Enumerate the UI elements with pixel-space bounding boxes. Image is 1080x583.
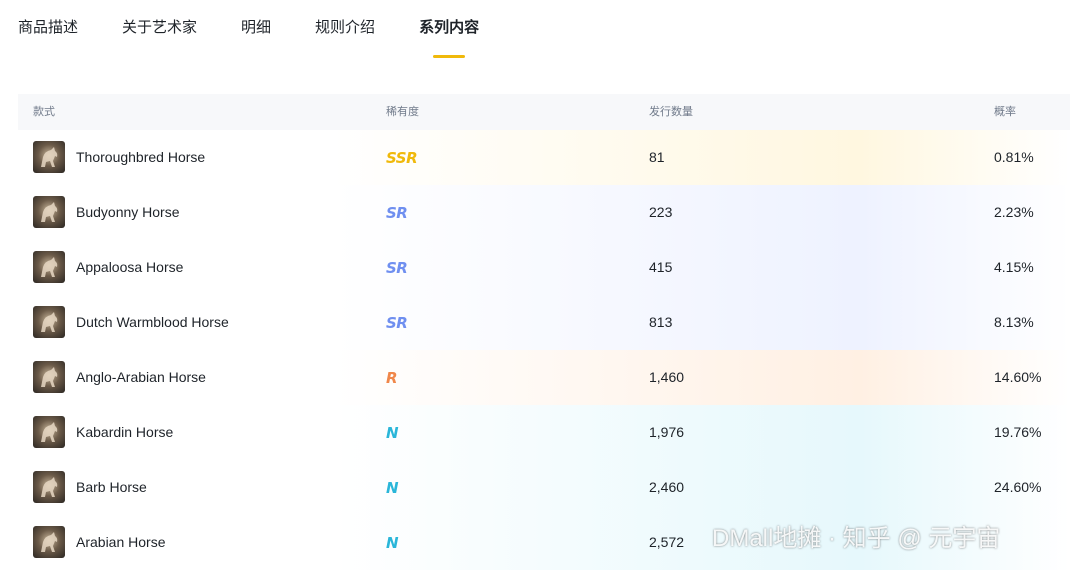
tab-label: 规则介绍 (315, 19, 376, 36)
header-style: 款式 (33, 106, 55, 118)
rarity-badge: N (386, 479, 399, 497)
item-name: Arabian Horse (76, 534, 166, 550)
item-name: Appaloosa Horse (76, 259, 184, 275)
item-name: Budyonny Horse (76, 204, 180, 220)
supply-count: 1,460 (649, 369, 685, 385)
supply-count: 1,976 (649, 424, 685, 440)
horse-thumbnail (33, 416, 65, 448)
supply-count: 2,460 (649, 479, 685, 495)
rarity-badge: SR (386, 259, 408, 277)
rarity-badge: N (386, 534, 399, 552)
item-name: Barb Horse (76, 479, 147, 495)
table-row[interactable]: Appaloosa Horse SR 415 4.15% (18, 240, 1070, 295)
rarity-badge: R (386, 369, 398, 387)
tab-details[interactable]: 明细 (241, 0, 271, 60)
supply-count: 2,572 (649, 534, 685, 550)
header-probability: 概率 (994, 106, 1016, 118)
tab-label: 关于艺术家 (122, 19, 198, 36)
tab-rules[interactable]: 规则介绍 (315, 0, 375, 60)
horse-thumbnail (33, 196, 65, 228)
supply-count: 415 (649, 259, 673, 275)
table-row[interactable]: Thoroughbred Horse SSR 81 0.81% (18, 130, 1070, 185)
header-rarity: 稀有度 (386, 106, 419, 118)
horse-thumbnail (33, 361, 65, 393)
tab-label: 系列内容 (419, 19, 480, 36)
header-supply: 发行数量 (649, 106, 693, 118)
series-table: 款式 稀有度 发行数量 概率 Thoroughbred Horse SSR 81 0.… (18, 94, 1070, 570)
tab-label: 商品描述 (18, 19, 79, 36)
horse-thumbnail (33, 306, 65, 338)
tab-bar: 商品描述 关于艺术家 明细 规则介绍 系列内容 (18, 0, 523, 60)
probability-value: 8.13% (994, 314, 1034, 330)
active-tab-indicator (433, 55, 466, 58)
horse-thumbnail (33, 141, 65, 173)
horse-thumbnail (33, 251, 65, 283)
table-row[interactable]: Budyonny Horse SR 223 2.23% (18, 185, 1070, 240)
probability-value: 4.15% (994, 259, 1034, 275)
horse-thumbnail (33, 471, 65, 503)
item-name: Anglo-Arabian Horse (76, 369, 206, 385)
probability-value: 0.81% (994, 149, 1034, 165)
supply-count: 81 (649, 149, 665, 165)
supply-count: 813 (649, 314, 673, 330)
rarity-badge: N (386, 424, 399, 442)
supply-count: 223 (649, 204, 673, 220)
probability-value: 24.60% (994, 479, 1042, 495)
rarity-badge: SSR (386, 149, 418, 167)
rarity-badge: SR (386, 204, 408, 222)
tab-series-content[interactable]: 系列内容 (419, 0, 479, 60)
table-row[interactable]: Anglo-Arabian Horse R 1,460 14.60% (18, 350, 1070, 405)
horse-thumbnail (33, 526, 65, 558)
watermark: DMall地摊 · 知乎 @ 元宇宙 (712, 525, 1001, 552)
table-row[interactable]: Kabardin Horse N 1,976 19.76% (18, 405, 1070, 460)
rarity-badge: SR (386, 314, 408, 332)
probability-value: 2.23% (994, 204, 1034, 220)
table-header: 款式 稀有度 发行数量 概率 (18, 94, 1070, 130)
probability-value: 19.76% (994, 424, 1042, 440)
item-name: Kabardin Horse (76, 424, 174, 440)
tab-about-artist[interactable]: 关于艺术家 (122, 0, 197, 60)
item-name: Dutch Warmblood Horse (76, 314, 229, 330)
tab-description[interactable]: 商品描述 (18, 0, 78, 60)
table-row[interactable]: Dutch Warmblood Horse SR 813 8.13% (18, 295, 1070, 350)
tab-label: 明细 (241, 19, 272, 36)
table-row[interactable]: Barb Horse N 2,460 24.60% (18, 460, 1070, 515)
table-body: Thoroughbred Horse SSR 81 0.81% Budyonny Hor… (18, 130, 1070, 570)
item-name: Thoroughbred Horse (76, 149, 206, 165)
probability-value: 14.60% (994, 369, 1042, 385)
